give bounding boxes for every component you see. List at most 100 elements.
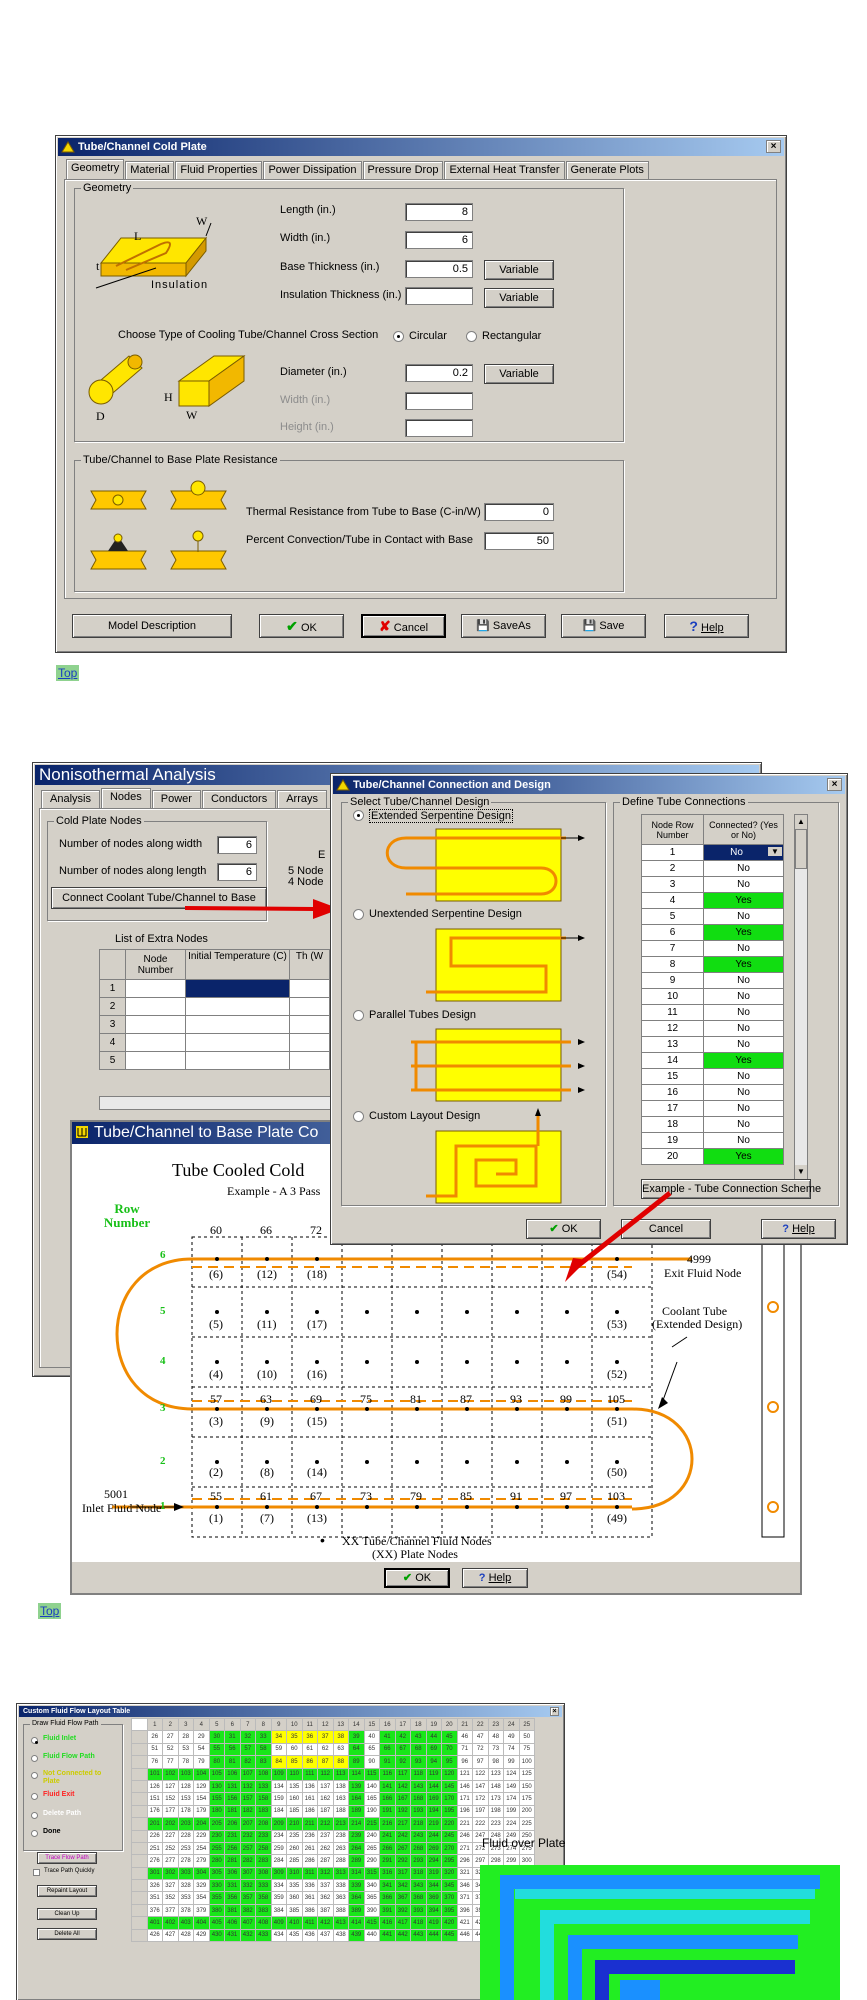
grid-cell[interactable]: 166 xyxy=(379,1792,396,1806)
grid-cell[interactable]: 314 xyxy=(348,1866,365,1881)
grid-cell[interactable]: 89 xyxy=(348,1755,365,1769)
grid-cell[interactable]: 281 xyxy=(224,1854,241,1868)
grid-cell[interactable]: 437 xyxy=(317,1928,334,1943)
grid-cell[interactable]: 81 xyxy=(224,1755,241,1769)
grid-cell[interactable]: 72 xyxy=(472,1742,489,1757)
grid-cell[interactable]: 83 xyxy=(255,1755,272,1769)
grid-cell[interactable]: 388 xyxy=(332,1903,349,1918)
grid-cell[interactable]: 387 xyxy=(317,1903,334,1918)
grid-cell[interactable]: 71 xyxy=(456,1742,473,1757)
grid-cell[interactable]: 246 xyxy=(456,1829,473,1843)
grid-cell[interactable]: 340 xyxy=(363,1879,380,1893)
help-button[interactable]: ? Help xyxy=(664,614,749,638)
top-link-2[interactable]: Top xyxy=(38,1603,62,1619)
grid-cell[interactable]: 207 xyxy=(239,1817,256,1831)
grid-cell[interactable]: 262 xyxy=(317,1841,334,1856)
grid-cell[interactable]: 162 xyxy=(317,1792,334,1806)
grid-cell[interactable]: 402 xyxy=(162,1916,179,1930)
grid-cell[interactable]: 407 xyxy=(239,1916,256,1930)
grid-cell[interactable]: 432 xyxy=(239,1928,256,1943)
grid-cell[interactable]: 361 xyxy=(301,1891,318,1905)
grid-cell[interactable]: 404 xyxy=(193,1916,210,1930)
horizontal-scrollbar[interactable] xyxy=(99,1096,339,1110)
layout-grid[interactable]: 1 2 3 4 5 6 7 8 9 10 11 12 13 14 15 16 17 18 19 20 21 22 23 24 2… xyxy=(131,1717,535,1943)
grid-cell[interactable]: 367 xyxy=(394,1891,411,1905)
grid-cell[interactable]: 333 xyxy=(255,1879,272,1893)
grid-cell[interactable]: 196 xyxy=(456,1804,473,1819)
grid-cell[interactable]: 84 xyxy=(270,1755,287,1769)
grid-cell[interactable]: 271 xyxy=(456,1841,473,1856)
grid-cell[interactable]: 237 xyxy=(317,1829,334,1843)
close-icon[interactable]: × xyxy=(827,778,842,791)
grid-cell[interactable]: 312 xyxy=(317,1866,334,1881)
grid-cell[interactable]: 434 xyxy=(270,1928,287,1943)
grid-cell[interactable]: 57 xyxy=(239,1742,256,1757)
grid-cell[interactable]: 168 xyxy=(410,1792,427,1806)
grid-cell[interactable]: 172 xyxy=(472,1792,489,1806)
grid-cell[interactable]: 178 xyxy=(177,1804,194,1819)
grid-cell[interactable]: 62 xyxy=(317,1742,334,1757)
grid-cell[interactable]: 266 xyxy=(379,1841,396,1856)
grid-cell[interactable]: 236 xyxy=(301,1829,318,1843)
grid-cell[interactable]: 52 xyxy=(162,1742,179,1757)
grid-cell[interactable]: 91 xyxy=(379,1755,396,1769)
grid-cell[interactable]: 320 xyxy=(441,1866,458,1881)
grid-cell[interactable]: 184 xyxy=(270,1804,287,1819)
grid-cell[interactable]: 417 xyxy=(394,1916,411,1930)
grid-cell[interactable]: 304 xyxy=(193,1866,210,1881)
grid-cell[interactable]: 383 xyxy=(255,1903,272,1918)
grid-cell[interactable]: 414 xyxy=(348,1916,365,1930)
grid-cell[interactable]: 334 xyxy=(270,1879,287,1893)
grid-cell[interactable]: 87 xyxy=(317,1755,334,1769)
grid-cell[interactable]: 41 xyxy=(379,1730,396,1744)
grid-cell[interactable]: 303 xyxy=(177,1866,194,1881)
grid-cell[interactable]: 390 xyxy=(363,1903,380,1918)
grid-cell[interactable]: 307 xyxy=(239,1866,256,1881)
grid-cell[interactable]: 319 xyxy=(425,1866,442,1881)
grid-cell[interactable]: 328 xyxy=(177,1879,194,1893)
grid-cell[interactable]: 391 xyxy=(379,1903,396,1918)
grid-cell[interactable]: 186 xyxy=(301,1804,318,1819)
grid-cell[interactable]: 70 xyxy=(441,1742,458,1757)
grid-cell[interactable]: 90 xyxy=(363,1755,380,1769)
grid-cell[interactable]: 326 xyxy=(146,1879,163,1893)
grid-cell[interactable]: 118 xyxy=(410,1767,427,1781)
grid-cell[interactable]: 232 xyxy=(239,1829,256,1843)
grid-cell[interactable]: 137 xyxy=(317,1779,334,1794)
grid-cell[interactable]: 82 xyxy=(239,1755,256,1769)
grid-cell[interactable]: 74 xyxy=(503,1742,520,1757)
grid-cell[interactable]: 128 xyxy=(177,1779,194,1794)
grid-cell[interactable]: 134 xyxy=(270,1779,287,1794)
rectangular-radio[interactable] xyxy=(466,331,477,342)
grid-cell[interactable]: 111 xyxy=(301,1767,318,1781)
connections-table[interactable]: Node Row Number Connected? (Yes or No) 1… xyxy=(641,814,784,1165)
grid-cell[interactable]: 129 xyxy=(193,1779,210,1794)
grid-cell[interactable]: 86 xyxy=(301,1755,318,1769)
grid-cell[interactable]: 311 xyxy=(301,1866,318,1881)
grid-cell[interactable]: 37 xyxy=(317,1730,334,1744)
grid-cell[interactable]: 224 xyxy=(503,1817,520,1831)
grid-cell[interactable]: 148 xyxy=(487,1779,504,1794)
grid-cell[interactable]: 115 xyxy=(363,1767,380,1781)
percent-convection-input[interactable]: 50 xyxy=(484,532,554,550)
grid-cell[interactable]: 58 xyxy=(255,1742,272,1757)
grid-cell[interactable]: 291 xyxy=(379,1854,396,1868)
grid-cell[interactable]: 282 xyxy=(239,1854,256,1868)
grid-cell[interactable]: 310 xyxy=(286,1866,303,1881)
grid-cell[interactable]: 211 xyxy=(301,1817,318,1831)
grid-cell[interactable]: 364 xyxy=(348,1891,365,1905)
scroll-down-icon[interactable]: ▼ xyxy=(795,1165,807,1179)
grid-cell[interactable]: 257 xyxy=(239,1841,256,1856)
grid-cell[interactable]: 287 xyxy=(317,1854,334,1868)
grid-cell[interactable]: 280 xyxy=(208,1854,225,1868)
grid-cell[interactable]: 286 xyxy=(301,1854,318,1868)
grid-cell[interactable]: 95 xyxy=(441,1755,458,1769)
grid-cell[interactable]: 169 xyxy=(425,1792,442,1806)
grid-cell[interactable]: 234 xyxy=(270,1829,287,1843)
grid-cell[interactable]: 321 xyxy=(456,1866,473,1881)
grid-cell[interactable]: 96 xyxy=(456,1755,473,1769)
grid-cell[interactable]: 185 xyxy=(286,1804,303,1819)
grid-cell[interactable]: 241 xyxy=(379,1829,396,1843)
grid-cell[interactable]: 389 xyxy=(348,1903,365,1918)
grid-cell[interactable]: 276 xyxy=(146,1854,163,1868)
